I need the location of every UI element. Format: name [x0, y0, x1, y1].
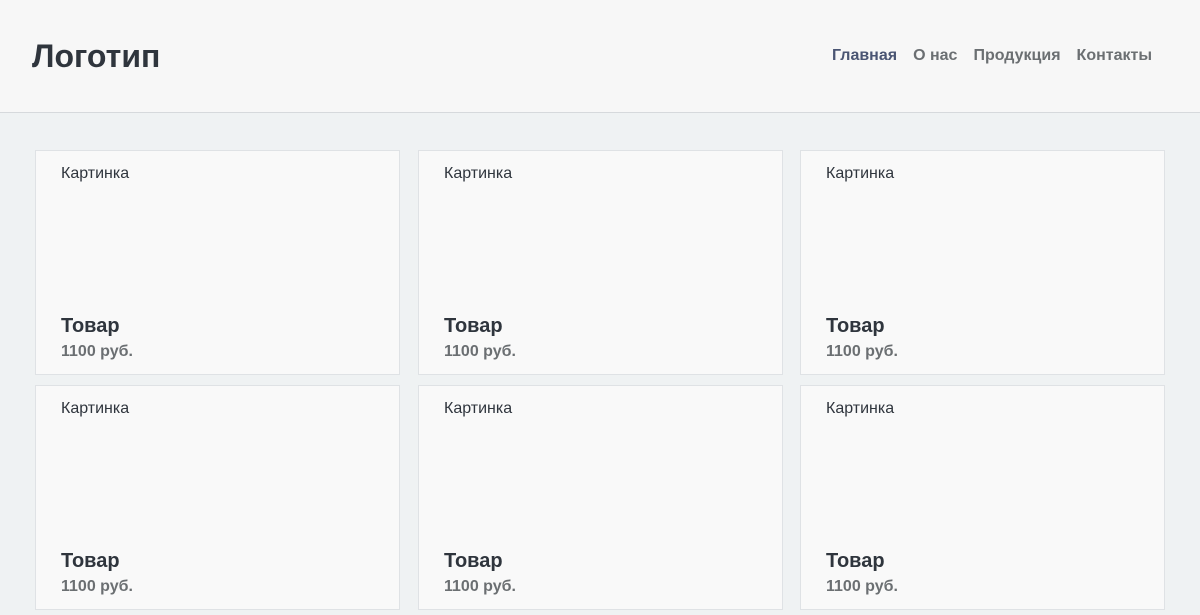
- product-price: 1100 руб.: [61, 343, 133, 360]
- nav-link-products[interactable]: Продукция: [973, 46, 1060, 66]
- site-header: Логотип Главная О нас Продукция Контакты: [0, 0, 1200, 113]
- product-card[interactable]: Картинка Товар 1100 руб.: [35, 385, 400, 610]
- product-price: 1100 руб.: [444, 343, 516, 360]
- product-image-placeholder: Картинка: [826, 400, 895, 417]
- nav-link-home[interactable]: Главная: [832, 46, 897, 66]
- logo[interactable]: Логотип: [32, 37, 160, 75]
- product-price: 1100 руб.: [826, 578, 898, 595]
- product-image-placeholder: Картинка: [61, 400, 130, 417]
- product-title[interactable]: Товар: [444, 549, 503, 573]
- product-title[interactable]: Товар: [444, 314, 503, 338]
- main-nav: Главная О нас Продукция Контакты: [832, 46, 1152, 66]
- product-image-placeholder: Картинка: [61, 165, 130, 182]
- product-title[interactable]: Товар: [826, 314, 885, 338]
- product-image-placeholder: Картинка: [444, 400, 513, 417]
- product-image-placeholder: Картинка: [826, 165, 895, 182]
- product-card[interactable]: Картинка Товар 1100 руб.: [800, 150, 1165, 375]
- product-price: 1100 руб.: [444, 578, 516, 595]
- nav-link-about[interactable]: О нас: [913, 46, 957, 66]
- product-title[interactable]: Товар: [61, 314, 120, 338]
- product-title[interactable]: Товар: [61, 549, 120, 573]
- product-title[interactable]: Товар: [826, 549, 885, 573]
- product-card[interactable]: Картинка Товар 1100 руб.: [35, 150, 400, 375]
- nav-link-contacts[interactable]: Контакты: [1077, 46, 1152, 66]
- product-card[interactable]: Картинка Товар 1100 руб.: [418, 385, 783, 610]
- product-card[interactable]: Картинка Товар 1100 руб.: [418, 150, 783, 375]
- product-price: 1100 руб.: [826, 343, 898, 360]
- product-card[interactable]: Картинка Товар 1100 руб.: [800, 385, 1165, 610]
- product-price: 1100 руб.: [61, 578, 133, 595]
- product-image-placeholder: Картинка: [444, 165, 513, 182]
